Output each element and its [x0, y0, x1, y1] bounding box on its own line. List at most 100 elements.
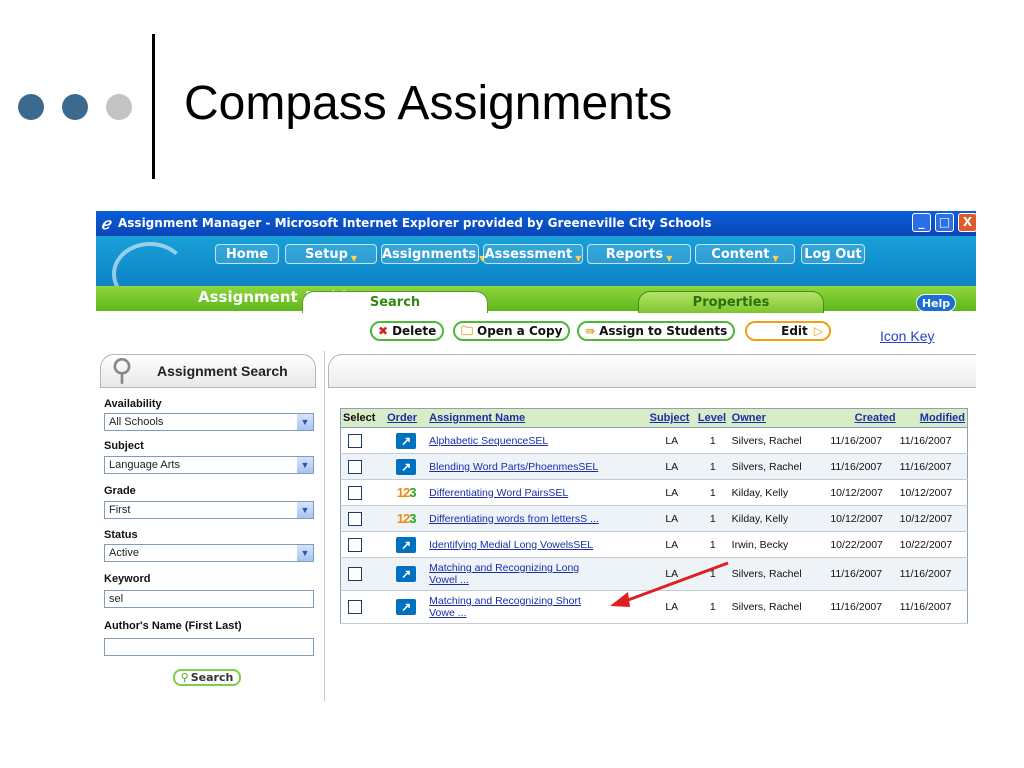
availability-select[interactable]: All Schools ▼	[104, 413, 314, 431]
nav-reports[interactable]: Reports ▼	[587, 244, 691, 264]
edit-label: Edit	[781, 324, 808, 338]
col-assignment-name[interactable]: Assignment Name	[427, 408, 648, 428]
select-checkbox[interactable]	[348, 433, 362, 448]
subject-label: Subject	[104, 440, 144, 452]
col-created[interactable]: Created	[828, 408, 898, 428]
nav-home[interactable]: Home	[215, 244, 279, 264]
subject-value: Language Arts	[109, 459, 180, 471]
app-header: Home Setup ▼ Assignments ▼ Assessment ▼ Rep…	[96, 236, 976, 313]
assignment-name-line: Vowe ...	[429, 607, 467, 619]
table-row[interactable]: ↗ Alphabetic SequenceSEL LA 1 Silvers, R…	[340, 427, 968, 454]
modified-cell: 11/16/2007	[897, 427, 968, 454]
tab-properties[interactable]: Properties	[638, 291, 824, 313]
assign-icon: ⇛	[585, 324, 596, 338]
minimize-button[interactable]: _	[912, 213, 931, 232]
chevron-down-icon[interactable]: ▼	[297, 545, 313, 561]
assignment-link[interactable]: Differentiating Word PairsSEL	[429, 487, 568, 499]
open-copy-button[interactable]: 🗀 Open a Copy	[453, 321, 571, 341]
help-button[interactable]: Help	[916, 294, 956, 312]
table-row[interactable]: ↗ Identifying Medial Long VowelsSEL LA 1…	[340, 531, 968, 558]
nav-assignments[interactable]: Assignments ▼	[381, 244, 485, 264]
level-cell: 1	[695, 479, 730, 506]
level-cell: 1	[695, 505, 730, 532]
status-value: Active	[109, 547, 139, 559]
grade-label: Grade	[104, 485, 136, 497]
123-icon: 123	[396, 511, 417, 526]
chevron-down-icon[interactable]: ▼	[297, 502, 313, 518]
assignment-link[interactable]: Identifying Medial Long VowelsSEL	[429, 539, 593, 551]
created-cell: 11/16/2007	[828, 557, 898, 591]
order-cell: 123	[385, 505, 428, 532]
col-subject[interactable]: Subject	[647, 408, 696, 428]
nav-content[interactable]: Content ▼	[695, 244, 795, 264]
nav-assignments-label: Assignments	[382, 247, 477, 262]
order-cell: ↗	[385, 427, 428, 454]
subject-cell: LA	[647, 531, 696, 558]
assign-students-button[interactable]: ⇛ Assign to Students	[577, 321, 736, 341]
table-row[interactable]: 123 Differentiating Word PairsSEL LA 1 K…	[340, 479, 968, 506]
select-checkbox[interactable]	[348, 537, 362, 552]
assignment-link[interactable]: Differentiating words from lettersS ...	[429, 513, 599, 525]
table-header-row: Select Order Assignment Name Subject Lev…	[340, 408, 968, 428]
select-checkbox[interactable]	[348, 600, 362, 614]
select-cell	[340, 453, 386, 480]
name-cell: Identifying Medial Long VowelsSEL	[427, 531, 648, 558]
window-title: Assignment Manager - Microsoft Internet …	[118, 216, 712, 230]
assignment-name-line: Matching and Recognizing Short	[429, 595, 581, 607]
col-order[interactable]: Order	[385, 408, 428, 428]
author-input[interactable]	[104, 638, 314, 656]
edit-button[interactable]: Edit ▷	[745, 321, 831, 341]
bullet-dot	[62, 94, 88, 120]
search-button[interactable]: ⚲ Search	[173, 669, 241, 686]
status-label: Status	[104, 529, 138, 541]
action-toolbar: ✖ Delete 🗀 Open a Copy ⇛ Assign to Students…	[96, 311, 976, 344]
keyword-input[interactable]: sel	[104, 590, 314, 608]
select-checkbox[interactable]	[348, 567, 362, 581]
maximize-button[interactable]: □	[935, 213, 954, 232]
col-level[interactable]: Level	[695, 408, 730, 428]
select-checkbox[interactable]	[348, 485, 362, 500]
level-cell: 1	[695, 557, 730, 591]
results-table: Select Order Assignment Name Subject Lev…	[340, 408, 968, 624]
nav-setup[interactable]: Setup ▼	[285, 244, 377, 264]
nav-assessment[interactable]: Assessment ▼	[483, 244, 583, 264]
arrow-icon: ↗	[396, 599, 417, 615]
name-cell: Matching and Recognizing Long Vowel ...	[427, 557, 648, 591]
delete-icon: ✖	[378, 324, 389, 338]
chevron-down-icon[interactable]: ▼	[297, 414, 313, 430]
grade-select[interactable]: First ▼	[104, 501, 314, 519]
subject-cell: LA	[647, 590, 696, 624]
col-owner[interactable]: Owner	[729, 408, 829, 428]
nav-logout[interactable]: Log Out	[801, 244, 865, 264]
subject-select[interactable]: Language Arts ▼	[104, 456, 314, 474]
assignment-link[interactable]: Matching and Recognizing Short Vowe ...	[429, 595, 581, 619]
dropdown-icon: ▼	[772, 254, 779, 263]
table-row[interactable]: 123 Differentiating words from lettersS …	[340, 505, 968, 532]
col-modified[interactable]: Modified	[897, 408, 968, 428]
icon-key-link[interactable]: Icon Key	[880, 328, 934, 344]
tab-search[interactable]: Search	[302, 291, 488, 313]
results-panel: Select Order Assignment Name Subject Lev…	[328, 351, 976, 701]
table-row[interactable]: ↗ Matching and Recognizing Short Vowe ...…	[340, 590, 968, 624]
table-row[interactable]: ↗ Matching and Recognizing Long Vowel ...…	[340, 557, 968, 591]
nav-reports-label: Reports	[605, 247, 664, 262]
assignment-link[interactable]: Blending Word Parts/PhoenmesSEL	[429, 461, 598, 473]
chevron-down-icon[interactable]: ▼	[297, 457, 313, 473]
nav-content-label: Content	[711, 247, 770, 262]
name-cell: Differentiating Word PairsSEL	[427, 479, 648, 506]
assignment-link[interactable]: Alphabetic SequenceSEL	[429, 435, 548, 447]
select-checkbox[interactable]	[348, 459, 362, 474]
select-cell	[340, 531, 386, 558]
select-checkbox[interactable]	[348, 511, 362, 526]
modified-cell: 10/12/2007	[897, 479, 968, 506]
order-cell: 123	[385, 479, 428, 506]
delete-button[interactable]: ✖ Delete	[370, 321, 445, 341]
status-select[interactable]: Active ▼	[104, 544, 314, 562]
modified-cell: 10/22/2007	[897, 531, 968, 558]
subject-cell: LA	[647, 557, 696, 591]
close-button[interactable]: X	[958, 213, 976, 232]
assignment-link[interactable]: Matching and Recognizing Long Vowel ...	[429, 562, 579, 586]
folder-icon: 🗀	[461, 324, 474, 338]
table-row[interactable]: ↗ Blending Word Parts/PhoenmesSEL LA 1 S…	[340, 453, 968, 480]
select-cell	[340, 427, 386, 454]
